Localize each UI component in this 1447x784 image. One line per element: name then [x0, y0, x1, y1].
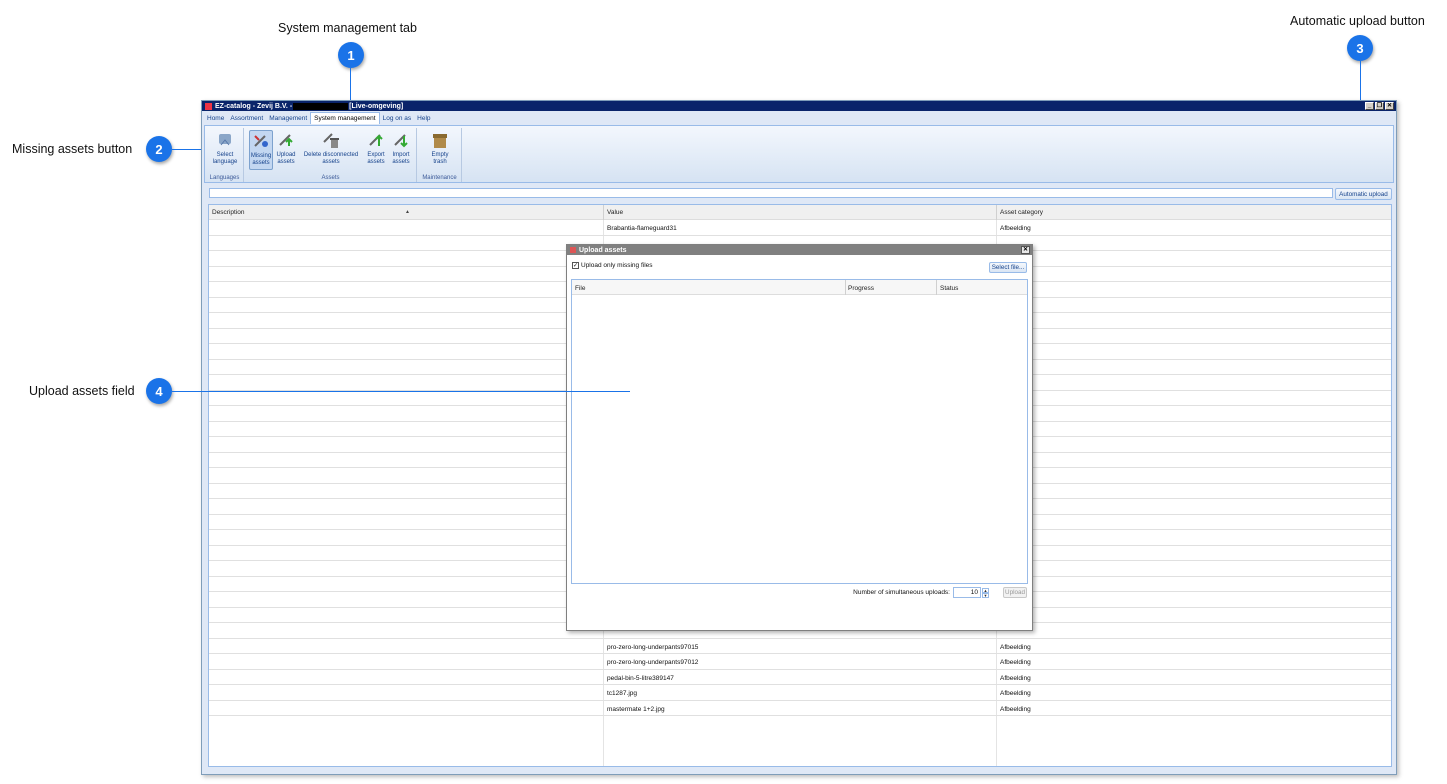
search-input[interactable] [209, 188, 1333, 198]
select-language-button[interactable]: Select language [209, 130, 241, 166]
redacted-block [293, 102, 349, 110]
missing-assets-icon [254, 135, 268, 147]
tab-help[interactable]: Help [414, 113, 433, 124]
window-title-suffix: [Live-omgeving] [349, 102, 404, 110]
language-icon [219, 134, 231, 146]
group-languages: Select language Languages [206, 128, 244, 182]
callout-4-label: Upload assets field [29, 384, 135, 398]
upload-only-missing-label: Upload only missing files [581, 262, 653, 269]
cell-value: pro-zero-long-underpants97015 [607, 643, 699, 651]
sort-arrow-icon: ▲ [405, 209, 410, 215]
callout-1-label: System management tab [278, 21, 417, 35]
cell-asset-category: Afbeelding [1000, 643, 1031, 651]
table-row[interactable]: tc1287.jpg Afbeelding [209, 685, 1391, 701]
table-row[interactable]: mastermate 1+2.jpg Afbeelding [209, 701, 1391, 716]
empty-trash-button[interactable]: Empty trash [428, 130, 452, 166]
spin-down-icon[interactable]: ▼ [982, 592, 989, 598]
cell-value: pedal-bin-5-litre389147 [607, 674, 674, 682]
cell-asset-category: Afbeelding [1000, 690, 1031, 697]
cell-asset-category: Afbeelding [1000, 705, 1031, 713]
column-progress[interactable]: Progress [848, 285, 874, 292]
upload-files-grid[interactable]: File Progress Status [571, 279, 1028, 584]
window-title-prefix: EZ-catalog - Zevij B.V. - [215, 102, 293, 110]
tab-home[interactable]: Home [204, 113, 227, 124]
column-asset-category[interactable]: Asset category [1000, 209, 1043, 216]
spinner-buttons: ▲ ▼ [982, 587, 989, 598]
callout-2-badge: 2 [146, 136, 172, 162]
trash-icon [433, 134, 447, 148]
cell-asset-category: Afbeelding [1000, 674, 1031, 682]
import-assets-button[interactable]: Import assets [390, 130, 412, 166]
dialog-icon [570, 247, 576, 253]
callout-3-badge: 3 [1347, 35, 1373, 61]
upload-grid-header: File Progress Status [572, 280, 1027, 295]
cell-value: pro-zero-long-underpants97012 [607, 659, 699, 666]
title-bar: EZ-catalog - Zevij B.V. - [Live-omgeving… [202, 101, 1396, 111]
upload-assets-button[interactable]: Upload assets [275, 130, 297, 166]
export-icon [369, 134, 383, 146]
table-row[interactable]: pedal-bin-5-litre389147 Afbeelding [209, 670, 1391, 685]
missing-assets-label: Missing assets [250, 153, 272, 166]
missing-assets-button[interactable]: Missing assets [249, 130, 273, 170]
group-label-languages: Languages [209, 175, 240, 181]
menu-bar: Home Assortment Management System manage… [202, 111, 1396, 124]
close-button[interactable]: ✕ [1385, 102, 1394, 110]
app-icon [205, 102, 212, 110]
select-file-button[interactable]: Select file... [989, 262, 1027, 273]
cell-asset-category: Afbeelding [1000, 225, 1031, 232]
callout-3-label: Automatic upload button [1290, 14, 1425, 28]
tab-log-on-as[interactable]: Log on as [380, 113, 415, 124]
column-file[interactable]: File [575, 285, 585, 292]
simultaneous-uploads-input[interactable]: 10 [953, 587, 981, 598]
callout-1-line [350, 68, 351, 101]
dialog-title-bar: Upload assets ✕ [567, 245, 1032, 255]
export-assets-button[interactable]: Export assets [365, 130, 387, 166]
upload-assets-icon [279, 134, 293, 146]
minimize-button[interactable]: _ [1365, 102, 1374, 110]
column-description[interactable]: Description [212, 209, 245, 216]
window-controls: _ ❐ ✕ [1365, 102, 1394, 110]
table-row[interactable]: pro-zero-long-underpants97015 Afbeelding [209, 639, 1391, 654]
automatic-upload-button[interactable]: Automatic upload [1335, 188, 1392, 200]
callout-4-badge: 4 [146, 378, 172, 404]
column-value[interactable]: Value [607, 209, 623, 216]
restore-button[interactable]: ❐ [1375, 102, 1384, 110]
table-row[interactable]: pro-zero-long-underpants97012 Afbeelding [209, 654, 1391, 670]
ribbon: Select language Languages Missing assets… [204, 125, 1394, 183]
tab-assortment[interactable]: Assortment [227, 113, 266, 124]
group-label-maintenance: Maintenance [422, 175, 457, 181]
import-icon [394, 134, 408, 148]
upload-button[interactable]: Upload [1003, 587, 1027, 598]
callout-4-line [172, 391, 630, 392]
delete-assets-icon [323, 133, 339, 148]
tab-management[interactable]: Management [266, 113, 310, 124]
dialog-title: Upload assets [579, 246, 627, 254]
delete-disconnected-assets-button[interactable]: Delete disconnected assets [300, 130, 362, 166]
table-row[interactable]: Brabantia-flameguard31 Afbeelding [209, 220, 1391, 236]
cell-value: tc1287.jpg [607, 690, 637, 697]
cell-value: mastermate 1+2.jpg [607, 705, 665, 713]
import-assets-label: Import assets [392, 152, 410, 165]
empty-trash-label: Empty trash [431, 152, 449, 165]
upload-assets-dialog: Upload assets ✕ ✓ Upload only missing fi… [566, 244, 1033, 631]
cell-value: Brabantia-flameguard31 [607, 225, 677, 232]
simultaneous-uploads-label: Number of simultaneous uploads: [853, 589, 950, 596]
tab-system-management[interactable]: System management [310, 112, 380, 124]
upload-assets-label: Upload assets [276, 152, 296, 165]
group-maintenance: Empty trash Maintenance [418, 128, 462, 182]
simultaneous-uploads-row: Number of simultaneous uploads: 10 ▲ ▼ [853, 587, 989, 598]
callout-1-badge: 1 [338, 42, 364, 68]
checkbox-box[interactable]: ✓ [572, 262, 579, 269]
grid-header: Description ▲ Value Asset category [209, 205, 1391, 220]
group-assets: Missing assets Upload assets Delete disc… [245, 128, 417, 182]
upload-only-missing-checkbox[interactable]: ✓ Upload only missing files [572, 262, 653, 269]
export-assets-label: Export assets [367, 152, 385, 165]
cell-asset-category: Afbeelding [1000, 659, 1031, 666]
delete-disconnected-assets-label: Delete disconnected assets [303, 152, 359, 165]
select-language-label: Select language [212, 152, 238, 165]
group-label-assets: Assets [321, 175, 340, 181]
callout-2-label: Missing assets button [12, 142, 133, 156]
column-status[interactable]: Status [940, 285, 958, 292]
dialog-close-button[interactable]: ✕ [1021, 246, 1030, 254]
